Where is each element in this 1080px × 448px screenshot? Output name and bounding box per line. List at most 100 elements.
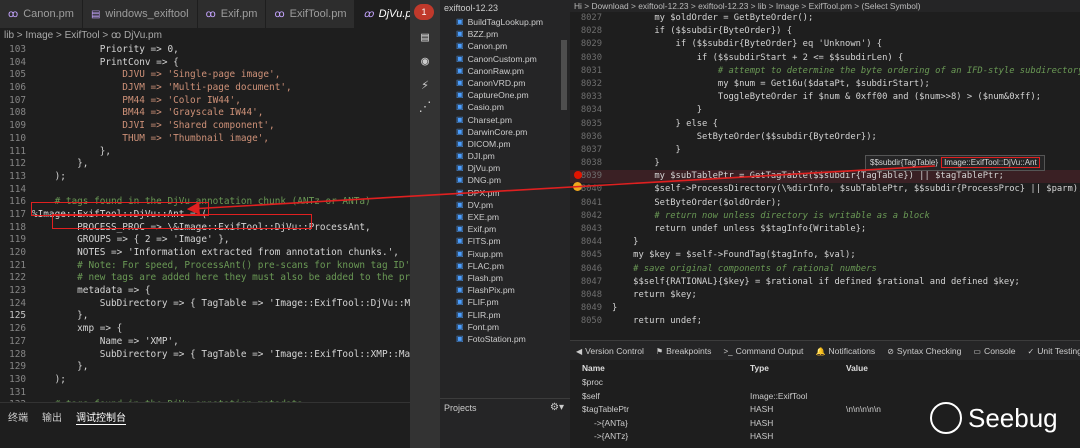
file-item[interactable]: ▣ DarwinCore.pm xyxy=(440,126,570,138)
code-line[interactable]: 8041 SetByteOrder($oldOrder); xyxy=(570,197,1080,210)
code-line[interactable]: 121 # Note: For speed, ProcessAnt() pre-… xyxy=(0,260,410,273)
file-item[interactable]: ▣ FotoStation.pm xyxy=(440,333,570,345)
file-item[interactable]: ▣ DNG.pm xyxy=(440,174,570,186)
code-line[interactable]: 8028 if ($$subdir{ByteOrder}) { xyxy=(570,25,1080,38)
code-line[interactable]: 8050 return undef; xyxy=(570,315,1080,328)
file-item[interactable]: ▣ CanonCustom.pm xyxy=(440,53,570,65)
file-item[interactable]: ▣ Flash.pm xyxy=(440,272,570,284)
variable-row[interactable]: $proc xyxy=(570,376,1080,390)
file-item[interactable]: ▣ CanonVRD.pm xyxy=(440,77,570,89)
code-line[interactable]: 131 xyxy=(0,387,410,400)
file-item[interactable]: ▣ Exif.pm xyxy=(440,223,570,235)
code-line[interactable]: 108 BM44 => 'Grayscale IW44', xyxy=(0,107,410,120)
globe-icon[interactable]: ◉ xyxy=(410,50,440,72)
file-item[interactable]: ▣ FlashPix.pm xyxy=(440,284,570,296)
tree-scrollbar[interactable] xyxy=(561,40,567,110)
code-line[interactable]: 8043 return undef unless $$tagInfo{Writa… xyxy=(570,223,1080,236)
tab-exif-pm[interactable]: ꝏ Exif.pm xyxy=(197,0,267,28)
code-line[interactable]: 8042 # return now unless directory is wr… xyxy=(570,210,1080,223)
file-item[interactable]: ▣ Casio.pm xyxy=(440,101,570,113)
code-line[interactable]: 8044 } xyxy=(570,236,1080,249)
tree-header[interactable]: exiftool-12.23 xyxy=(440,0,570,16)
file-item[interactable]: ▣ FITS.pm xyxy=(440,235,570,247)
code-line[interactable]: 128 SubDirectory => { TagTable => 'Image… xyxy=(0,349,410,362)
gear-icon[interactable]: ⚙▾ xyxy=(550,399,564,417)
breadcrumb[interactable]: lib > Image > ExifTool > ꝏ DjVu.pm xyxy=(0,28,410,44)
code-line[interactable]: 114 xyxy=(0,184,410,197)
tab-terminal[interactable]: 终端 xyxy=(8,409,28,425)
code-line[interactable]: 8045 my $key = $self->FoundTag($tagInfo,… xyxy=(570,249,1080,262)
code-line[interactable]: 119 GROUPS => { 2 => 'Image' }, xyxy=(0,234,410,247)
code-line[interactable]: 123 metadata => { xyxy=(0,285,410,298)
code-line[interactable]: 8051} xyxy=(570,329,1080,331)
code-line[interactable]: 8047 $$self{RATIONAL}{$key} = $rational … xyxy=(570,276,1080,289)
code-line[interactable]: 105 DJVU => 'Single-page image', xyxy=(0,69,410,82)
debug-tab[interactable]: ◀ Version Control xyxy=(570,346,650,356)
file-item[interactable]: ▣ BuildTagLookup.pm xyxy=(440,16,570,28)
code-line[interactable]: 106 DJVM => 'Multi-page document', xyxy=(0,82,410,95)
file-item[interactable]: ▣ DICOM.pm xyxy=(440,138,570,150)
file-item[interactable]: ▣ Canon.pm xyxy=(440,40,570,52)
file-item[interactable]: ▣ CaptureOne.pm xyxy=(440,89,570,101)
tab-windows-exiftool[interactable]: ▤ windows_exiftool xyxy=(82,0,198,28)
code-line[interactable]: 8030 if ($$subdirStart + 2 <= $$subdirLe… xyxy=(570,52,1080,65)
code-line[interactable]: 124 SubDirectory => { TagTable => 'Image… xyxy=(0,298,410,311)
code-line[interactable]: 113 ); xyxy=(0,171,410,184)
code-line[interactable]: 8040 $self->ProcessDirectory(\%dirInfo, … xyxy=(570,183,1080,196)
code-line[interactable]: 8036 SetByteOrder($$subdir{ByteOrder}); xyxy=(570,131,1080,144)
file-item[interactable]: ▣ FLIR.pm xyxy=(440,309,570,321)
file-item[interactable]: ▣ Charset.pm xyxy=(440,114,570,126)
tab-canon-pm[interactable]: ꝏ Canon.pm xyxy=(0,0,83,28)
code-line[interactable]: 126 xmp => { xyxy=(0,323,410,336)
code-line[interactable]: 8048 return $key; xyxy=(570,289,1080,302)
notification-badge[interactable]: 1 xyxy=(414,4,434,20)
file-item[interactable]: ▣ DV.pm xyxy=(440,199,570,211)
file-item[interactable]: ▣ FLIF.pm xyxy=(440,296,570,308)
right-breadcrumb[interactable]: Hi > Download > exiftool-12.23 > exiftoo… xyxy=(570,0,1080,12)
debug-tab[interactable]: ▭ Console xyxy=(967,346,1021,356)
file-item[interactable]: ▣ DjVu.pm xyxy=(440,162,570,174)
debug-tab[interactable]: ⚑ Breakpoints xyxy=(650,346,718,356)
code-line[interactable]: 8046 # save original components of ratio… xyxy=(570,263,1080,276)
file-item[interactable]: ▣ CanonRaw.pm xyxy=(440,65,570,77)
code-line[interactable]: 110 THUM => 'Thumbnail image', xyxy=(0,133,410,146)
code-line[interactable]: 8029 if ($$subdir{ByteOrder} eq 'Unknown… xyxy=(570,38,1080,51)
code-line[interactable]: 130 ); xyxy=(0,374,410,387)
file-item[interactable]: ▣ Fixup.pm xyxy=(440,248,570,260)
code-line[interactable]: 112 }, xyxy=(0,158,410,171)
code-line[interactable]: 129 }, xyxy=(0,361,410,374)
debug-tab[interactable]: 🔔 Notifications xyxy=(809,346,881,356)
code-line[interactable]: 8032 my $num = Get16u($dataPt, $subdirSt… xyxy=(570,78,1080,91)
file-item[interactable]: ▣ Font.pm xyxy=(440,321,570,333)
tab-exiftool-pm[interactable]: ꝏ ExifTool.pm xyxy=(266,0,356,28)
code-line[interactable]: 8035 } else { xyxy=(570,118,1080,131)
share-icon[interactable]: ⋰ xyxy=(410,96,440,118)
code-line[interactable]: 122 # new tags are added here they must … xyxy=(0,272,410,285)
code-line[interactable]: 8031 # attempt to determine the byte ord… xyxy=(570,65,1080,78)
code-line[interactable]: 103 Priority => 0, xyxy=(0,44,410,57)
code-line[interactable]: 107 PM44 => 'Color IW44', xyxy=(0,95,410,108)
code-line[interactable]: 111 }, xyxy=(0,146,410,159)
debug-tab[interactable]: ✓ Unit Testing xyxy=(1022,346,1080,356)
breakpoint-icon[interactable] xyxy=(574,171,582,179)
right-code-view[interactable]: 8027 my $oldOrder = GetByteOrder(); 8028 … xyxy=(570,12,1080,330)
tab-djvu-pm[interactable]: ꝏDjVu.pm× xyxy=(355,0,410,28)
tab-output[interactable]: 输出 xyxy=(42,409,62,425)
tab-debug-console[interactable]: 调试控制台 xyxy=(76,409,126,425)
file-item[interactable]: ▣ BZZ.pm xyxy=(440,28,570,40)
debug-tab[interactable]: ⊘ Syntax Checking xyxy=(881,346,967,356)
current-code-line[interactable]: 8039 my $subTablePtr = GetTagTable($$sub… xyxy=(570,170,1080,184)
code-line[interactable]: 127 Name => 'XMP', xyxy=(0,336,410,349)
file-item[interactable]: ▣ DJI.pm xyxy=(440,150,570,162)
code-line[interactable]: 109 DJVI => 'Shared component', xyxy=(0,120,410,133)
debug-tab[interactable]: >_ Command Output xyxy=(717,346,809,356)
projects-label[interactable]: Projects xyxy=(444,403,477,413)
code-line[interactable]: 8034 } xyxy=(570,104,1080,117)
code-line[interactable]: 8049} xyxy=(570,302,1080,315)
code-line[interactable]: 125 }, xyxy=(0,310,410,323)
lightning-icon[interactable]: ⚡ xyxy=(410,74,440,96)
file-item[interactable]: ▣ EXE.pm xyxy=(440,211,570,223)
file-item[interactable]: ▣ FLAC.pm xyxy=(440,260,570,272)
code-line[interactable]: 8033 ToggleByteOrder if $num & 0xff00 an… xyxy=(570,91,1080,104)
code-line[interactable]: 120 NOTES => 'Information extracted from… xyxy=(0,247,410,260)
